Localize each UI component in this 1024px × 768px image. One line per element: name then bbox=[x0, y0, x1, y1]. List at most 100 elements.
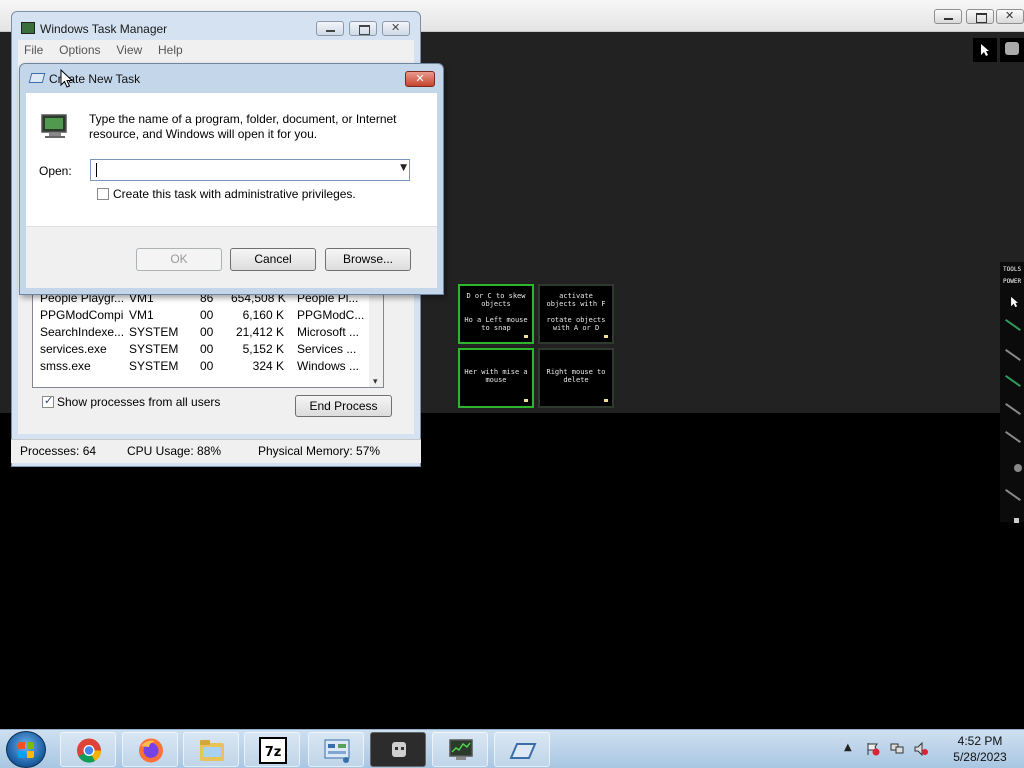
taskbar-7zip[interactable]: 7z bbox=[244, 732, 300, 767]
close-button[interactable]: ✕ bbox=[405, 71, 435, 87]
admin-privileges-checkbox[interactable] bbox=[97, 188, 109, 200]
hint-tile[interactable]: activate objects with F rotate objects w… bbox=[538, 284, 614, 344]
game-minimize-button[interactable] bbox=[934, 9, 962, 24]
side-toolbar: TOOLS POWER bbox=[1000, 262, 1024, 523]
game-maximize-button[interactable] bbox=[966, 9, 994, 24]
table-row[interactable]: smss.exe SYSTEM 00 324 K Windows ... bbox=[33, 358, 373, 375]
vertical-scrollbar[interactable] bbox=[369, 289, 383, 387]
tool-icon[interactable] bbox=[1005, 431, 1021, 443]
taskbar-chrome[interactable] bbox=[60, 732, 116, 767]
tools-label: TOOLS bbox=[1003, 266, 1022, 273]
hint-text: Right mouse to delete bbox=[546, 368, 606, 384]
power-label: POWER bbox=[1003, 278, 1022, 285]
clock-date: 5/28/2023 bbox=[953, 750, 1007, 764]
taskbar-firefox[interactable] bbox=[122, 732, 178, 767]
process-cpu: 00 bbox=[200, 359, 214, 373]
task-manager-icon bbox=[21, 22, 35, 34]
text-caret bbox=[96, 163, 97, 177]
ok-button[interactable]: OK bbox=[136, 248, 222, 271]
tile-corner-marker bbox=[604, 399, 608, 402]
end-process-button[interactable]: End Process bbox=[295, 395, 392, 417]
drag-tool-button[interactable] bbox=[973, 38, 997, 62]
file-explorer-icon bbox=[200, 740, 224, 761]
process-description: PPGModC... bbox=[297, 308, 365, 322]
process-name: SearchIndexe... bbox=[40, 325, 124, 339]
show-all-processes-label[interactable]: Show processes from all users bbox=[57, 395, 220, 409]
taskbar-control-panel[interactable] bbox=[308, 732, 364, 767]
pointer-icon[interactable] bbox=[1010, 296, 1019, 308]
process-description: Services ... bbox=[297, 342, 357, 356]
process-user: SYSTEM bbox=[129, 342, 179, 356]
process-cpu: 00 bbox=[200, 325, 214, 339]
status-bar: Processes: 64 CPU Usage: 88% Physical Me… bbox=[11, 439, 421, 463]
pointer-icon bbox=[981, 44, 989, 56]
cpu-usage: CPU Usage: 88% bbox=[127, 444, 222, 458]
taskbar-task-manager[interactable] bbox=[432, 732, 488, 767]
human-tool-button[interactable] bbox=[1000, 38, 1024, 62]
menu-bar: File Options View Help bbox=[18, 40, 414, 60]
tile-corner-marker bbox=[524, 335, 528, 338]
clock-time: 4:52 PM bbox=[957, 734, 1003, 748]
open-combobox[interactable]: ▼ bbox=[90, 159, 410, 181]
menu-options[interactable]: Options bbox=[53, 40, 106, 60]
dialog-footer: OK Cancel Browse... bbox=[26, 226, 437, 288]
clock[interactable]: 4:52 PM 5/28/2023 bbox=[940, 733, 1020, 765]
gear-icon[interactable] bbox=[1014, 464, 1022, 472]
hint-tile[interactable]: D or C to skew objects Ho a Left mouse t… bbox=[458, 284, 534, 344]
show-all-processes-checkbox[interactable] bbox=[42, 394, 54, 408]
maximize-button[interactable] bbox=[349, 21, 377, 36]
volume-muted-icon[interactable] bbox=[914, 742, 928, 756]
browse-button[interactable]: Browse... bbox=[325, 248, 411, 271]
hint-text: D or C to skew objects bbox=[466, 292, 526, 308]
hint-text: activate objects with F bbox=[546, 292, 606, 308]
menu-help[interactable]: Help bbox=[152, 40, 189, 60]
taskbar-run-dialog[interactable] bbox=[494, 732, 550, 767]
create-new-task-dialog: Create New Task ✕ Type the name of a pro… bbox=[19, 63, 444, 295]
control-panel-icon bbox=[324, 739, 350, 763]
run-dialog-icon bbox=[509, 743, 537, 759]
admin-privileges-label[interactable]: Create this task with administrative pri… bbox=[113, 187, 356, 201]
menu-file[interactable]: File bbox=[18, 40, 49, 60]
physical-memory: Physical Memory: 57% bbox=[258, 444, 381, 458]
task-manager-icon bbox=[449, 739, 473, 760]
tool-icon[interactable] bbox=[1005, 349, 1021, 361]
process-memory: 21,412 K bbox=[235, 325, 284, 339]
tool-icon[interactable] bbox=[1005, 489, 1021, 501]
cancel-button[interactable]: Cancel bbox=[230, 248, 316, 271]
process-user: SYSTEM bbox=[129, 359, 179, 373]
taskbar-explorer[interactable] bbox=[183, 732, 239, 767]
dialog-description: Type the name of a program, folder, docu… bbox=[89, 112, 397, 141]
taskbar-people-playground[interactable] bbox=[370, 732, 426, 767]
open-input[interactable] bbox=[91, 160, 391, 180]
chevron-down-icon[interactable]: ▼ bbox=[400, 163, 407, 173]
tile-corner-marker bbox=[524, 399, 528, 402]
system-tray: ▲ 4:52 PM 5/28/2023 bbox=[840, 730, 1024, 768]
mouse-cursor-icon bbox=[60, 69, 73, 88]
tool-icon[interactable] bbox=[1005, 375, 1021, 387]
7zip-icon: 7z bbox=[259, 737, 287, 764]
process-memory: 5,152 K bbox=[242, 342, 284, 356]
tool-icon[interactable] bbox=[1005, 319, 1021, 331]
dialog-body: Type the name of a program, folder, docu… bbox=[26, 93, 437, 226]
table-row[interactable]: SearchIndexe... SYSTEM 00 21,412 K Micro… bbox=[33, 324, 373, 341]
tool-icon[interactable] bbox=[1005, 403, 1021, 415]
table-row[interactable]: services.exe SYSTEM 00 5,152 K Services … bbox=[33, 341, 373, 358]
process-user: SYSTEM bbox=[129, 325, 179, 339]
hint-tile[interactable]: Her with mise a mouse bbox=[458, 348, 534, 408]
close-button[interactable] bbox=[382, 21, 410, 36]
tile-corner-marker bbox=[604, 335, 608, 338]
action-center-flag-icon[interactable] bbox=[866, 742, 880, 756]
minimize-button[interactable] bbox=[316, 21, 344, 36]
hint-tile[interactable]: Right mouse to delete bbox=[538, 348, 614, 408]
show-hidden-icons-icon[interactable]: ▲ bbox=[844, 742, 858, 756]
game-close-button[interactable] bbox=[996, 9, 1024, 24]
menu-view[interactable]: View bbox=[110, 40, 148, 60]
start-button[interactable] bbox=[6, 731, 46, 768]
process-list[interactable]: People Playgr... VM1 86 654,508 K People… bbox=[32, 288, 384, 388]
process-description: Windows ... bbox=[297, 359, 360, 373]
network-icon[interactable] bbox=[890, 742, 904, 756]
process-name: PPGModCompi... bbox=[40, 308, 124, 322]
table-row[interactable]: PPGModCompi... VM1 00 6,160 K PPGModC... bbox=[33, 307, 373, 324]
hint-text: rotate objects with A or D bbox=[546, 316, 606, 332]
sparkle-icon[interactable] bbox=[1014, 518, 1019, 523]
